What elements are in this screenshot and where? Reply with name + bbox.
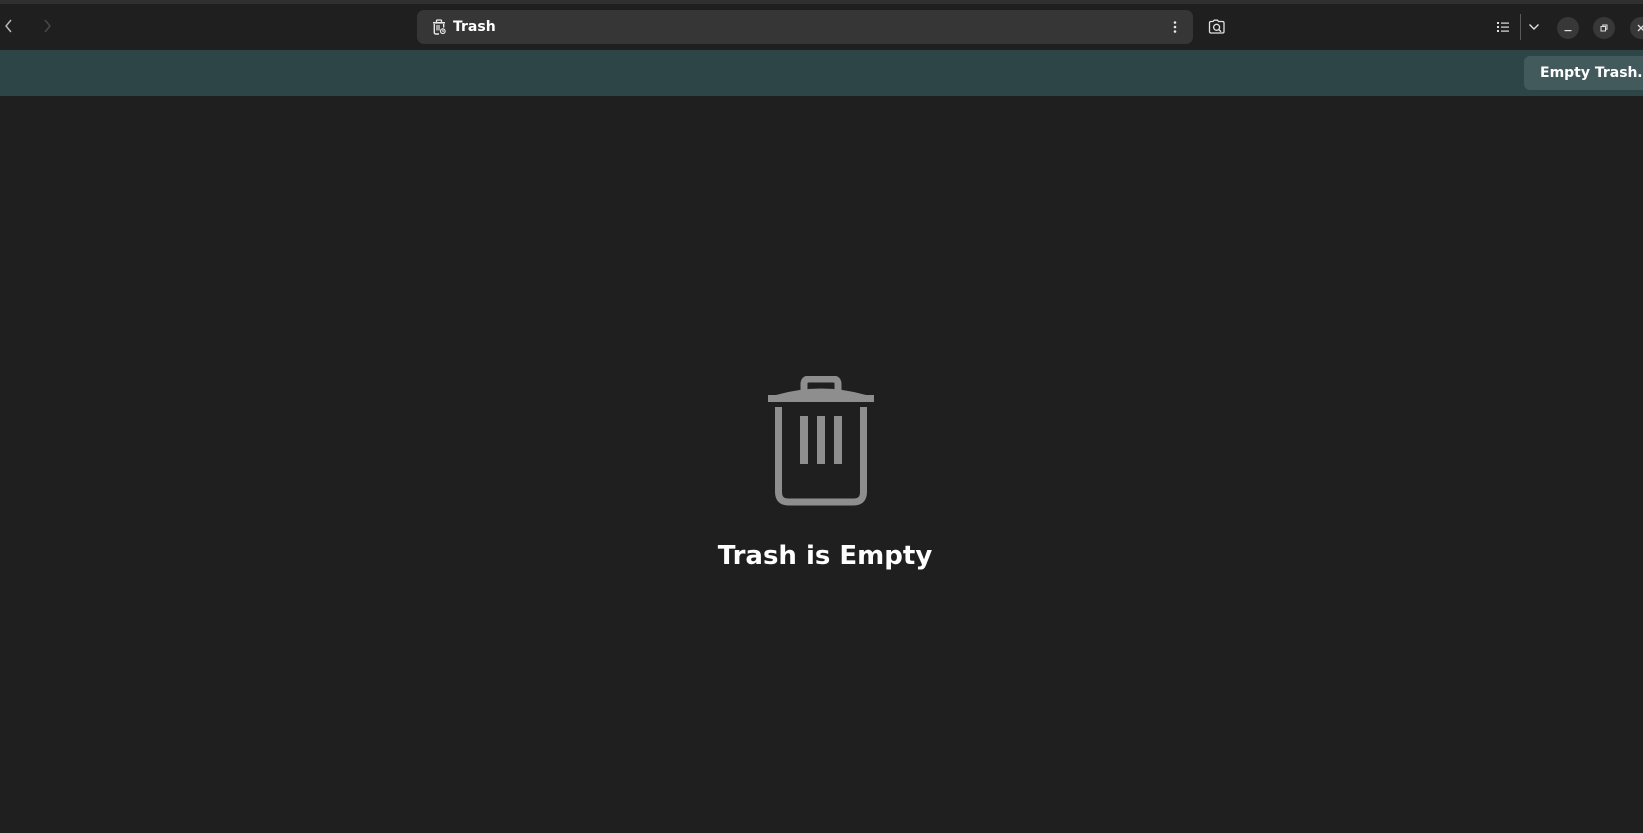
go-next-icon (44, 19, 51, 33)
location-path-bar[interactable]: Trash (417, 10, 1193, 44)
search-folder-icon (1208, 19, 1225, 34)
list-view-icon (1497, 22, 1509, 32)
chevron-down-icon (1529, 24, 1539, 30)
forward-button[interactable] (34, 12, 62, 40)
empty-status-page: Trash is Empty (0, 96, 1643, 833)
header-bar: Trash (0, 4, 1643, 50)
search-button[interactable] (1203, 13, 1231, 41)
back-button[interactable] (0, 12, 22, 40)
trash-info-bar: Empty Trash… (0, 50, 1643, 96)
minimize-icon (1564, 30, 1572, 32)
close-button[interactable] (1630, 17, 1643, 39)
file-manager-window: Trash Empty Trash… Trash is Empty (0, 0, 1643, 833)
view-more-vertical-icon (1173, 21, 1177, 33)
close-icon (1637, 24, 1643, 32)
minimize-button[interactable] (1557, 17, 1579, 39)
maximize-button[interactable] (1593, 17, 1615, 39)
path-label: Trash (453, 19, 496, 35)
path-menu-button[interactable] (1165, 16, 1185, 38)
trash-icon (768, 376, 874, 506)
restore-icon (1600, 24, 1608, 32)
view-options-dropdown[interactable] (1522, 13, 1546, 41)
view-button-separator (1520, 14, 1521, 40)
empty-trash-button[interactable]: Empty Trash… (1524, 56, 1643, 90)
trash-icon (433, 19, 446, 35)
go-previous-icon (5, 19, 12, 33)
status-title: Trash is Empty (717, 541, 933, 571)
view-mode-button[interactable] (1489, 13, 1517, 41)
